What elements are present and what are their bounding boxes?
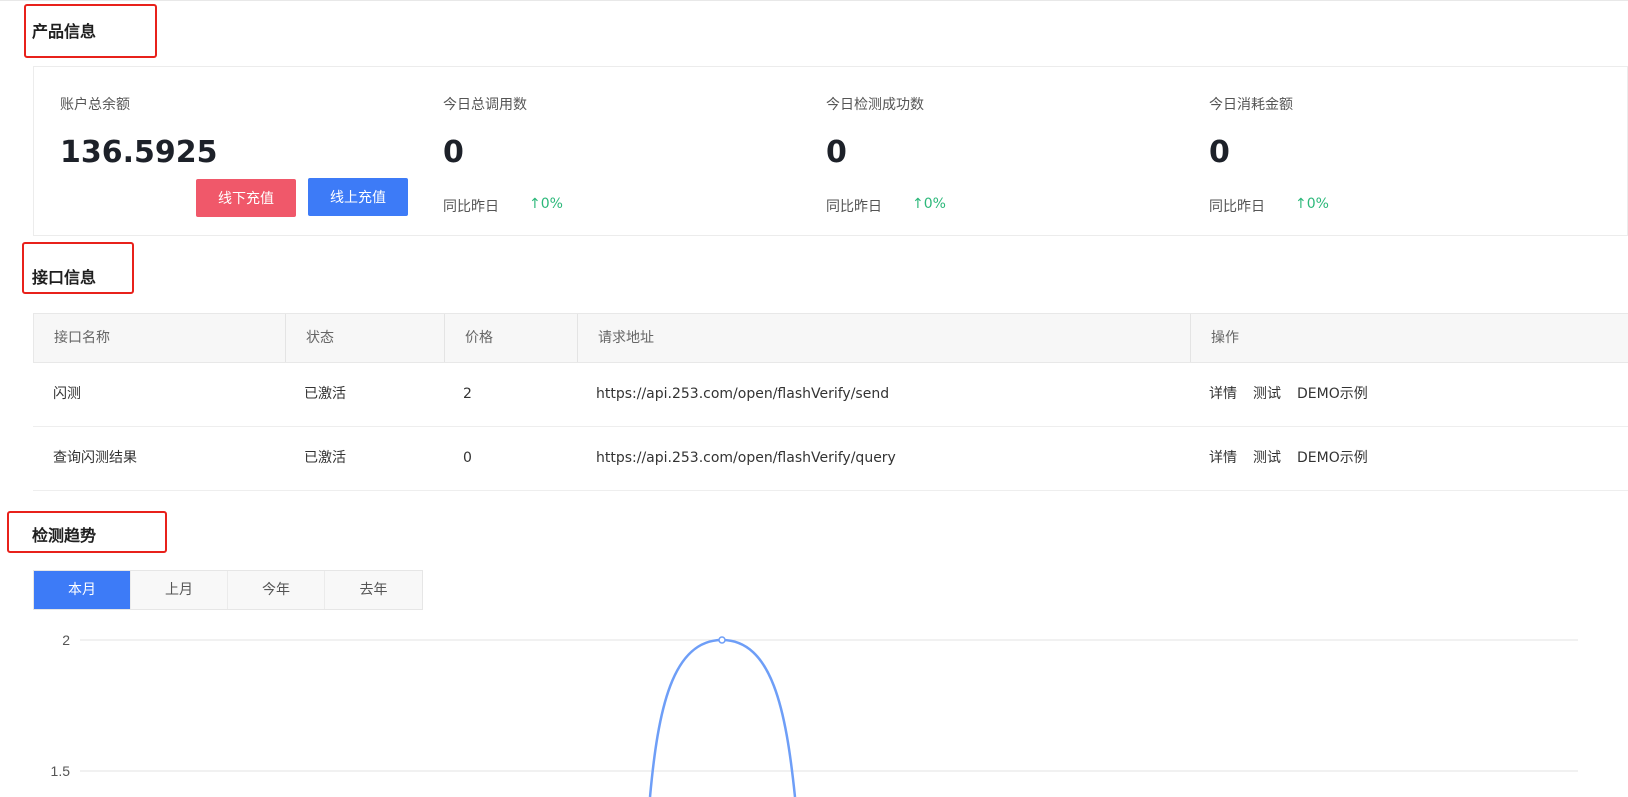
stat-change: ↑0% bbox=[529, 196, 563, 212]
period-tabs: 本月 上月 今年 去年 bbox=[33, 570, 423, 610]
table-row: 查询闪测结果 已激活 0 https://api.253.com/open/fl… bbox=[33, 427, 1628, 491]
details-link[interactable]: 详情 bbox=[1209, 363, 1237, 426]
cell-status: 已激活 bbox=[304, 386, 346, 402]
demo-link[interactable]: DEMO示例 bbox=[1297, 363, 1368, 426]
tab-last-month[interactable]: 上月 bbox=[131, 571, 228, 609]
tab-this-year[interactable]: 今年 bbox=[228, 571, 325, 609]
cell-name: 查询闪测结果 bbox=[53, 450, 137, 466]
stat-total-calls: 今日总调用数 0 同比昨日 ↑0% bbox=[417, 67, 800, 237]
y-tick-label: 2 bbox=[62, 632, 70, 648]
stat-compare-label: 同比昨日 bbox=[826, 199, 882, 215]
cell-price: 2 bbox=[463, 386, 472, 402]
stat-change-value: 0% bbox=[540, 196, 563, 212]
cell-url: https://api.253.com/open/flashVerify/que… bbox=[596, 450, 896, 466]
stat-compare-label: 同比昨日 bbox=[443, 199, 499, 215]
stat-label: 今日检测成功数 bbox=[826, 97, 924, 113]
stat-value: 136.5925 bbox=[60, 135, 218, 170]
column-header-url: 请求地址 bbox=[577, 314, 1190, 362]
cell-url: https://api.253.com/open/flashVerify/sen… bbox=[596, 386, 890, 402]
series-line bbox=[648, 638, 797, 797]
stat-balance: 账户总余额 136.5925 线下充值 线上充值 bbox=[34, 67, 417, 237]
column-header-name: 接口名称 bbox=[54, 330, 110, 346]
stat-change-value: 0% bbox=[923, 196, 946, 212]
column-header-status: 状态 bbox=[285, 314, 444, 362]
trend-chart: 2 1.5 bbox=[51, 632, 1578, 797]
y-tick-label: 1.5 bbox=[51, 763, 71, 779]
tab-last-year[interactable]: 去年 bbox=[325, 571, 422, 609]
cell-actions: 详情 测试 DEMO示例 bbox=[1189, 427, 1384, 490]
cell-name: 闪测 bbox=[53, 386, 81, 402]
api-table: 接口名称 状态 价格 请求地址 操作 闪测 已激活 2 https://api.… bbox=[33, 313, 1628, 491]
stat-change: ↑0% bbox=[912, 196, 946, 212]
trend-section-title: 检测趋势 bbox=[32, 526, 97, 545]
data-point bbox=[718, 636, 726, 644]
stat-change: ↑0% bbox=[1295, 196, 1329, 212]
column-header-actions: 操作 bbox=[1190, 314, 1628, 362]
test-link[interactable]: 测试 bbox=[1253, 427, 1281, 490]
demo-link[interactable]: DEMO示例 bbox=[1297, 427, 1368, 490]
cell-price: 0 bbox=[463, 450, 472, 466]
stat-change-value: 0% bbox=[1306, 196, 1329, 212]
api-section-title: 接口信息 bbox=[32, 268, 97, 287]
stat-label: 今日总调用数 bbox=[443, 97, 527, 113]
details-link[interactable]: 详情 bbox=[1209, 427, 1237, 490]
online-recharge-button[interactable]: 线上充值 bbox=[308, 178, 408, 216]
cell-actions: 详情 测试 DEMO示例 bbox=[1189, 363, 1384, 426]
stat-spend: 今日消耗金额 0 同比昨日 ↑0% bbox=[1183, 67, 1566, 237]
product-section-title: 产品信息 bbox=[32, 22, 97, 41]
test-link[interactable]: 测试 bbox=[1253, 363, 1281, 426]
stat-success-count: 今日检测成功数 0 同比昨日 ↑0% bbox=[800, 67, 1183, 237]
stat-label: 账户总余额 bbox=[60, 97, 130, 113]
arrow-up-icon: ↑ bbox=[529, 196, 541, 212]
arrow-up-icon: ↑ bbox=[1295, 196, 1307, 212]
stat-label: 今日消耗金额 bbox=[1209, 97, 1293, 113]
tab-this-month[interactable]: 本月 bbox=[34, 571, 131, 609]
arrow-up-icon: ↑ bbox=[912, 196, 924, 212]
stat-value: 0 bbox=[826, 135, 847, 170]
column-header-price: 价格 bbox=[444, 314, 577, 362]
stat-value: 0 bbox=[1209, 135, 1230, 170]
stat-value: 0 bbox=[443, 135, 464, 170]
table-row: 闪测 已激活 2 https://api.253.com/open/flashV… bbox=[33, 363, 1628, 427]
offline-recharge-button[interactable]: 线下充值 bbox=[196, 179, 296, 217]
top-divider bbox=[0, 0, 1628, 1]
cell-status: 已激活 bbox=[304, 450, 346, 466]
table-header: 接口名称 状态 价格 请求地址 操作 bbox=[33, 313, 1628, 363]
stat-compare-label: 同比昨日 bbox=[1209, 199, 1265, 215]
stats-card: 账户总余额 136.5925 线下充值 线上充值 今日总调用数 0 同比昨日 ↑… bbox=[33, 66, 1628, 236]
